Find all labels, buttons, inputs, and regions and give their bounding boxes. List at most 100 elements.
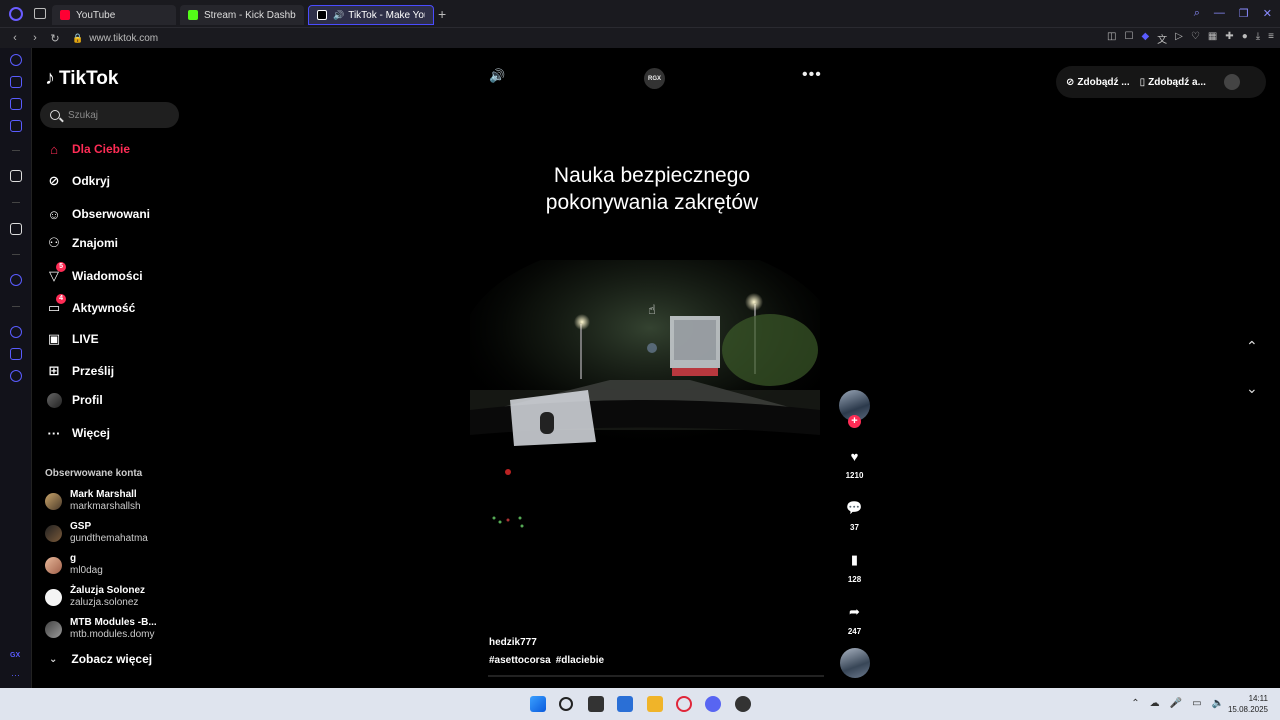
- opera-gx-taskbar-icon[interactable]: [676, 696, 692, 712]
- nav-upload[interactable]: ⊞ Prześlij: [45, 363, 114, 379]
- store-icon[interactable]: [617, 696, 633, 712]
- followed-account[interactable]: Żaluzja Solonez zaluzja.solonez: [45, 585, 145, 609]
- reload-icon[interactable]: ↻: [50, 32, 60, 45]
- profile-icon[interactable]: ●: [1242, 31, 1248, 46]
- tab-youtube[interactable]: YouTube: [52, 5, 176, 25]
- video-frame[interactable]: [470, 260, 820, 680]
- translate-icon[interactable]: 文: [1157, 31, 1167, 46]
- discord-sidebar-icon[interactable]: [10, 223, 22, 235]
- start-icon[interactable]: [530, 696, 546, 712]
- discord-taskbar-icon[interactable]: [705, 696, 721, 712]
- shield-icon[interactable]: ◆: [1141, 31, 1149, 46]
- file-explorer-icon[interactable]: [647, 696, 663, 712]
- tab-islands-icon[interactable]: [34, 8, 46, 19]
- see-more-button[interactable]: ⌄ Zobacz więcej: [49, 652, 152, 666]
- play-icon[interactable]: ▷: [1175, 31, 1183, 46]
- volume-tray-icon[interactable]: 🔈: [1212, 698, 1224, 709]
- gx-icon[interactable]: GX: [10, 652, 20, 659]
- player-icon[interactable]: [10, 274, 22, 286]
- speed-dial-icon[interactable]: [10, 54, 22, 66]
- followed-account[interactable]: g ml0dag: [45, 553, 103, 577]
- nav-messages[interactable]: ▽ 5 Wiadomości: [45, 262, 143, 284]
- volume-icon[interactable]: 🔊: [489, 68, 505, 84]
- speaker-icon[interactable]: 🔊: [333, 10, 344, 21]
- display-icon[interactable]: ▭: [1192, 698, 1201, 709]
- heart-icon[interactable]: ♡: [1191, 31, 1200, 46]
- puzzle-icon[interactable]: ✚: [1225, 31, 1233, 46]
- video-author[interactable]: hedzik777: [489, 637, 537, 648]
- forward-icon[interactable]: ›: [30, 32, 40, 44]
- clock[interactable]: 14:11 15.08.2025: [1228, 693, 1268, 715]
- share-icon: ➦: [849, 604, 860, 619]
- hashtag[interactable]: #dlaciebie: [556, 655, 604, 666]
- nav-label: LIVE: [72, 332, 99, 346]
- tab-tiktok[interactable]: 🔊 TikTok - Make Your Da: [308, 5, 434, 25]
- followed-account[interactable]: MTB Modules -B... mtb.modules.domy: [45, 617, 157, 641]
- extension-icon[interactable]: ▦: [1208, 31, 1217, 46]
- share-button[interactable]: ➦ 247: [838, 603, 871, 636]
- history-icon[interactable]: [10, 326, 22, 338]
- back-icon[interactable]: ‹: [10, 32, 20, 44]
- user-avatar[interactable]: [1223, 74, 1240, 90]
- task-view-icon[interactable]: [588, 696, 604, 712]
- follow-plus-button[interactable]: +: [848, 415, 861, 428]
- music-disc-avatar[interactable]: [840, 648, 870, 678]
- hashtag[interactable]: #asettocorsa: [489, 655, 551, 666]
- sidebar-more-icon[interactable]: ···: [11, 670, 20, 680]
- followed-account[interactable]: GSP gundthemahatma: [45, 521, 148, 545]
- get-app-button[interactable]: ▯ Zdobądź a...: [1140, 77, 1206, 88]
- kick-sidebar-icon[interactable]: [10, 170, 22, 182]
- account-handle: mtb.modules.domy: [70, 629, 155, 640]
- comment-button[interactable]: 💬 37: [838, 499, 871, 532]
- tray-chevron-icon[interactable]: ⌃: [1131, 698, 1139, 709]
- onedrive-icon[interactable]: ☁: [1150, 698, 1160, 709]
- extensions-sidebar-icon[interactable]: [10, 348, 22, 360]
- video-progress-bar[interactable]: [488, 675, 824, 677]
- nav-following[interactable]: ☺ Obserwowani: [45, 206, 150, 222]
- nav-live[interactable]: ▣ LIVE: [45, 331, 99, 347]
- rgx-badge: RGX: [644, 68, 665, 89]
- like-button[interactable]: ♥ 1210: [838, 447, 871, 481]
- previous-video-icon[interactable]: ⌃: [1246, 338, 1258, 355]
- close-icon[interactable]: ✕: [1263, 7, 1272, 20]
- download-icon[interactable]: ⤓: [1256, 31, 1260, 46]
- tiktok-logo[interactable]: ♪ TikTok: [45, 67, 118, 90]
- search-box[interactable]: [40, 102, 179, 128]
- url-field[interactable]: www.tiktok.com: [89, 33, 158, 44]
- messenger-icon[interactable]: [10, 120, 22, 132]
- opera-logo-icon[interactable]: [9, 7, 23, 21]
- settings-icon[interactable]: [10, 370, 22, 382]
- menu-icon[interactable]: ≡: [1268, 31, 1274, 46]
- minimize-icon[interactable]: —: [1214, 7, 1225, 20]
- bookmark-page-icon[interactable]: ☐: [1125, 31, 1134, 46]
- aria-icon[interactable]: [10, 76, 22, 88]
- get-coins-button[interactable]: ⊘ Zdobądź ...: [1066, 77, 1130, 88]
- avatar: [45, 556, 62, 574]
- taskbar-search-icon[interactable]: [559, 697, 573, 711]
- tab-kick-dashboard[interactable]: Stream - Kick Dashboard: [180, 5, 304, 25]
- windows-taskbar: ⌃ ☁ 🎤 ▭ 🔈 14:11 15.08.2025: [0, 688, 1280, 720]
- nav-activity[interactable]: ▭ 4 Aktywność: [45, 294, 135, 316]
- mic-icon[interactable]: 🎤: [1170, 698, 1182, 709]
- nav-profile[interactable]: Profil: [45, 392, 103, 408]
- lock-icon[interactable]: 🔒: [72, 33, 83, 44]
- window-controls: ⌕ — ❐ ✕: [1194, 7, 1272, 20]
- workspace-icon[interactable]: [10, 98, 22, 110]
- avatar: [45, 492, 62, 510]
- followed-account[interactable]: Mark Marshall markmarshallsh: [45, 489, 141, 513]
- snapshot-icon[interactable]: ◫: [1107, 31, 1116, 46]
- nav-more[interactable]: ··· Więcej: [45, 425, 110, 441]
- more-options-icon[interactable]: •••: [802, 66, 822, 84]
- new-tab-button[interactable]: +: [438, 6, 446, 22]
- next-video-icon[interactable]: ⌄: [1246, 380, 1258, 397]
- clock-time: 14:11: [1248, 694, 1268, 703]
- inbox-icon: ▽ 5: [45, 262, 66, 284]
- app-taskbar-icon[interactable]: [735, 696, 751, 712]
- save-button[interactable]: ▮ 128: [838, 551, 871, 584]
- nav-for-you[interactable]: ⌂ Dla Ciebie: [45, 141, 130, 157]
- search-input[interactable]: [68, 109, 168, 121]
- nav-explore[interactable]: ⊘ Odkryj: [45, 173, 110, 189]
- restore-icon[interactable]: ❐: [1239, 7, 1249, 20]
- nav-friends[interactable]: ⚇ Znajomi: [45, 235, 118, 251]
- search-tabs-icon[interactable]: ⌕: [1194, 7, 1200, 20]
